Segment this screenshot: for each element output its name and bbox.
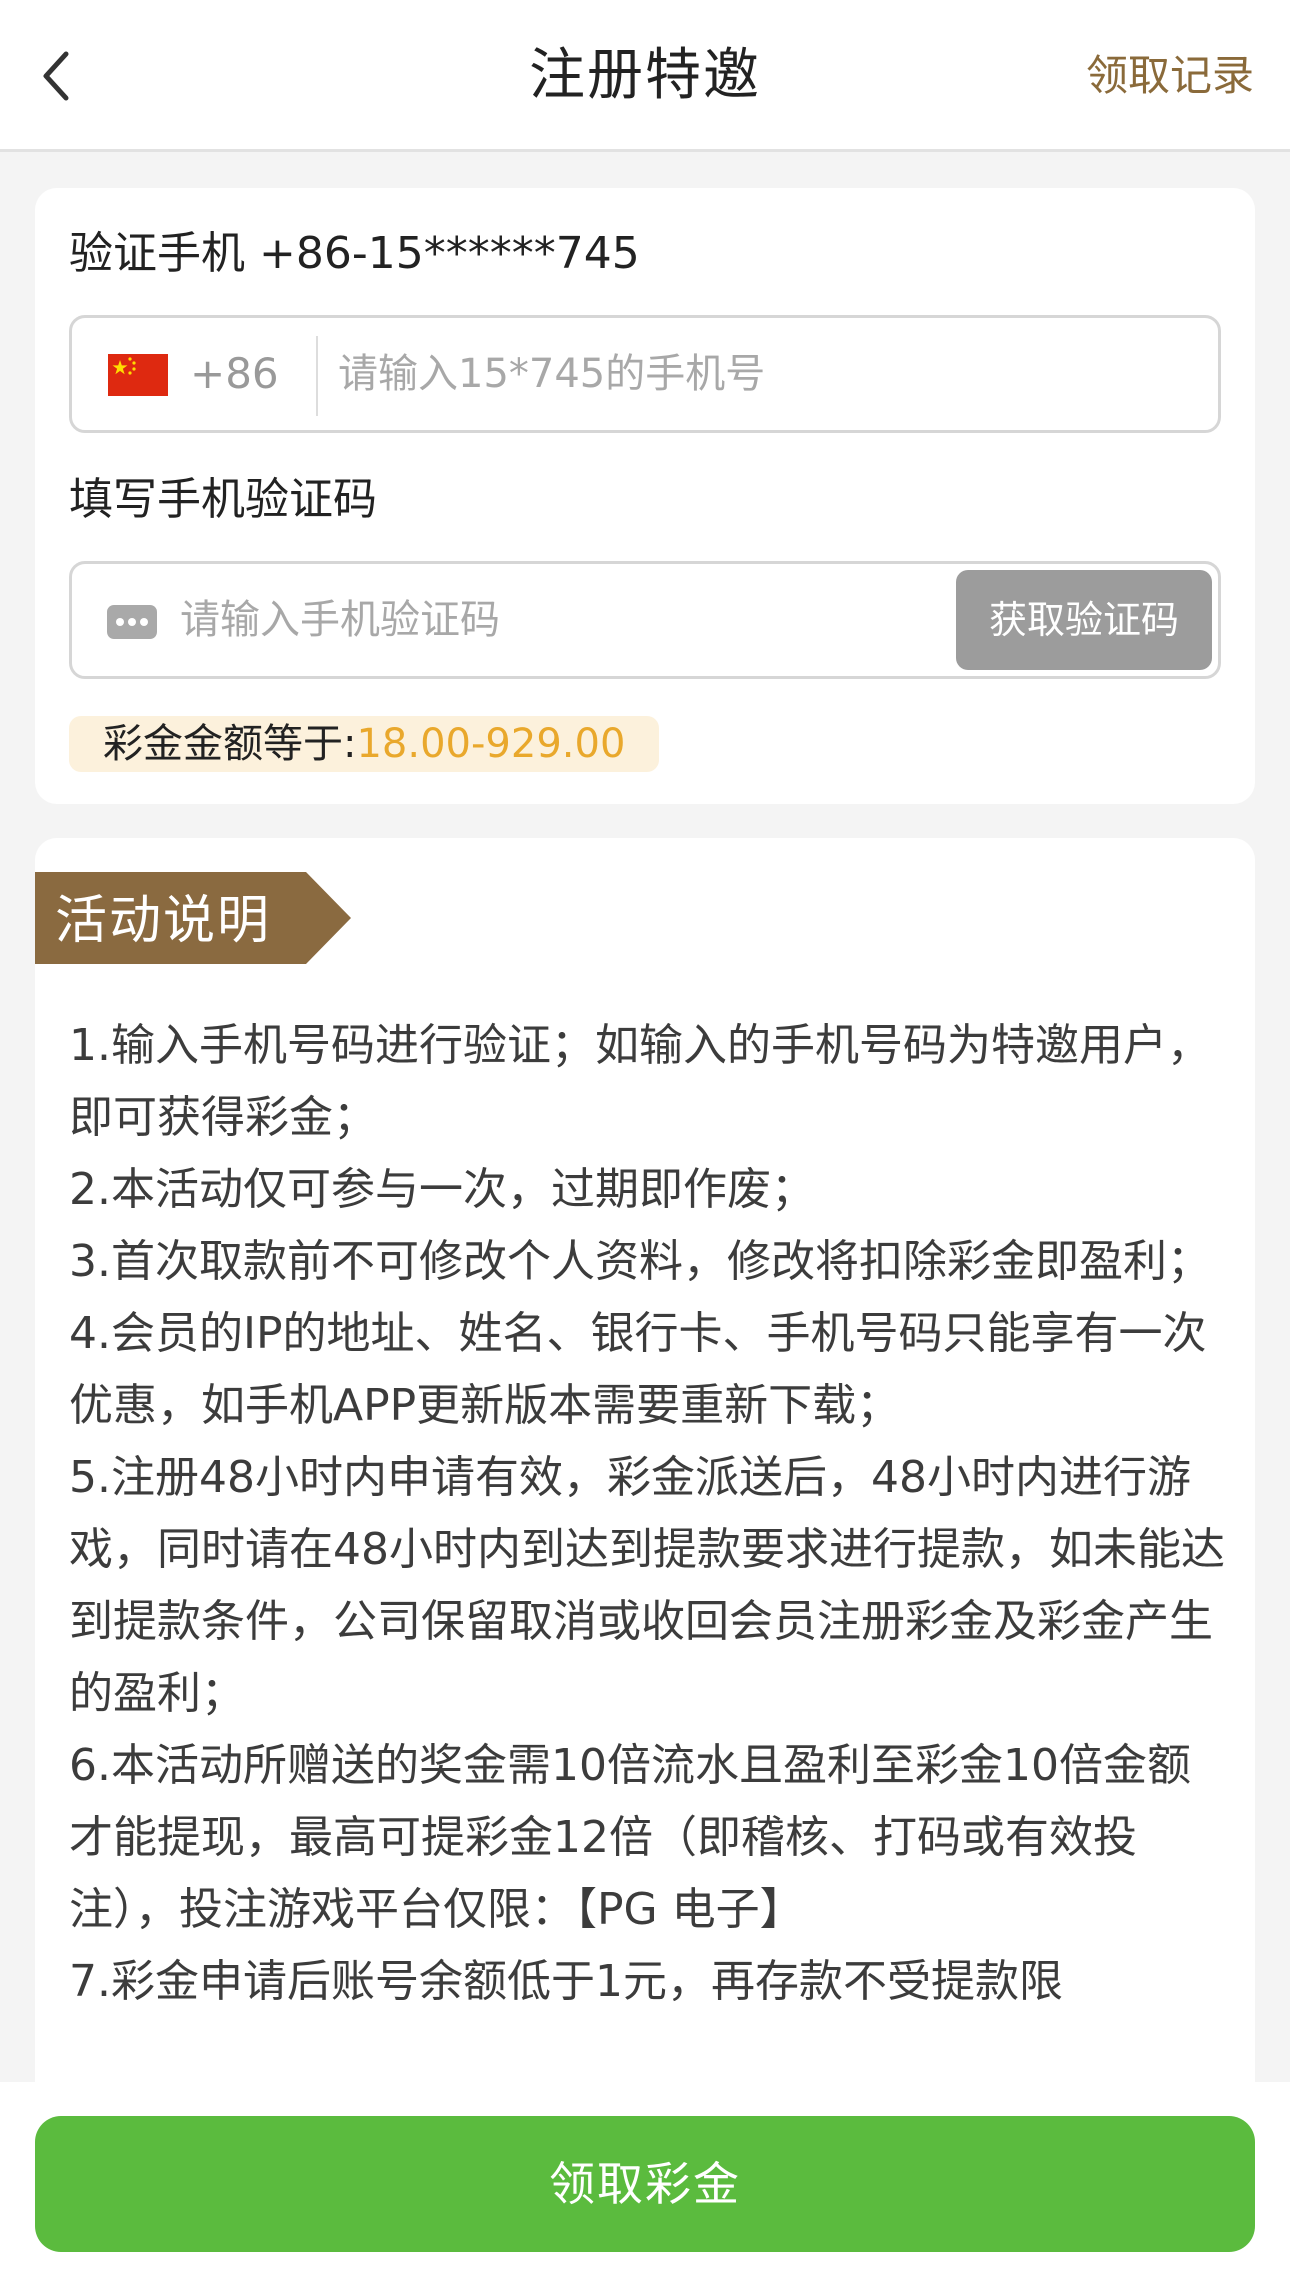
verify-code-label: 填写手机验证码 [69, 474, 377, 525]
get-code-button[interactable]: 获取验证码 [956, 570, 1212, 670]
verification-card: 验证手机 +86-15******745 +86 填写手机验证码 [35, 188, 1255, 804]
claim-bonus-button[interactable]: 领取彩金 [35, 2116, 1255, 2252]
phone-input[interactable] [338, 344, 1198, 404]
rule-item: 2.本活动仅可参与一次，过期即作废； [69, 1164, 815, 1215]
message-dots-icon [106, 602, 158, 642]
description-card: 活动说明 1.输入手机号码进行验证；如输入的手机号码为特邀用户，即可获得彩金； … [35, 838, 1255, 2138]
bonus-label: 彩金金额等于: [103, 721, 357, 767]
rule-item: 1.输入手机号码进行验证；如输入的手机号码为特邀用户，即可获得彩金； [69, 1020, 1211, 1143]
country-code[interactable]: +86 [190, 344, 279, 404]
description-list: 1.输入手机号码进行验证；如输入的手机号码为特邀用户，即可获得彩金； 2.本活动… [69, 1010, 1229, 2018]
bottom-bar: 领取彩金 [0, 2082, 1290, 2276]
description-title: 活动说明 [55, 891, 272, 951]
nav-header: 注册特邀 领取记录 [0, 0, 1290, 152]
verify-phone-label: 验证手机 +86-15******745 [69, 228, 640, 279]
claim-records-link[interactable]: 领取记录 [1086, 48, 1254, 104]
field-divider [316, 336, 318, 416]
bonus-value: 18.00-929.00 [356, 721, 626, 767]
china-flag-icon[interactable] [108, 354, 168, 396]
code-input[interactable] [180, 590, 1000, 650]
rule-item: 7.彩金申请后账号余额低于1元，再存款不受提款限 [69, 1956, 1063, 2007]
rule-item: 5.注册48小时内申请有效，彩金派送后，48小时内进行游戏，同时请在48小时内到… [69, 1452, 1225, 1719]
rule-item: 6.本活动所赠送的奖金需10倍流水且盈利至彩金10倍金额才能提现，最高可提彩金1… [69, 1740, 1191, 1935]
phone-field: +86 [69, 315, 1221, 433]
rule-item: 4.会员的IP的地址、姓名、银行卡、手机号码只能享有一次优惠，如手机APP更新版… [69, 1308, 1207, 1431]
rule-item: 3.首次取款前不可修改个人资料，修改将扣除彩金即盈利； [69, 1236, 1211, 1287]
bonus-amount-badge: 彩金金额等于:18.00-929.00 [69, 716, 660, 772]
description-ribbon: 活动说明 [35, 872, 351, 972]
code-field: 获取验证码 [69, 561, 1221, 679]
